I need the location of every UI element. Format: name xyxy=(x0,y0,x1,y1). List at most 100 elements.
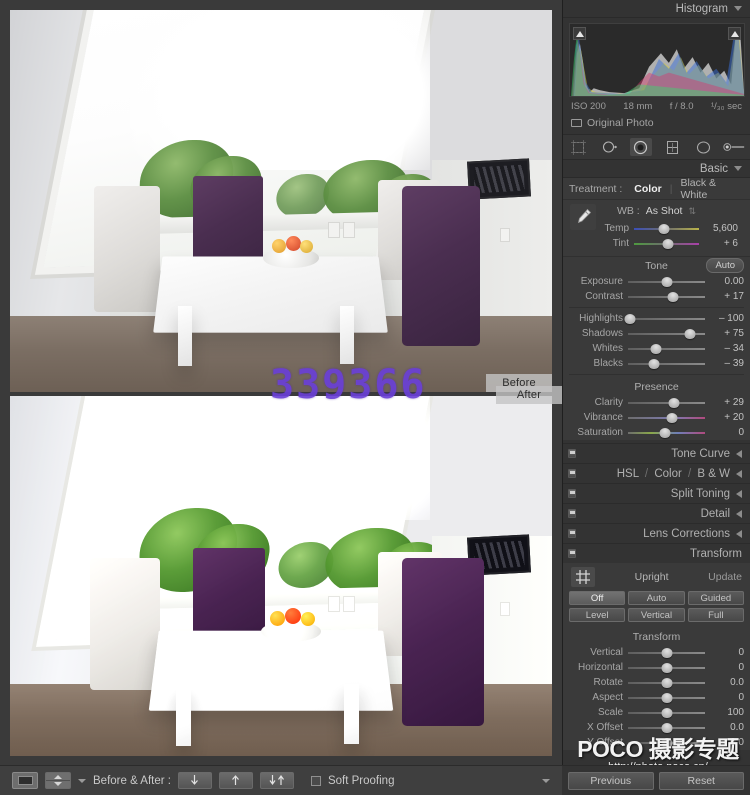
rotate-value[interactable]: 0.0 xyxy=(710,677,744,688)
copy-after-to-before-button[interactable] xyxy=(177,772,212,789)
transform-switch[interactable] xyxy=(568,549,576,558)
vertical-slider-track[interactable] xyxy=(628,647,705,658)
scale-slider-track[interactable] xyxy=(628,707,705,718)
blacks-slider-row[interactable]: Blacks – 39 xyxy=(563,356,750,371)
adjustment-brush-tool-icon[interactable] xyxy=(723,138,745,156)
scale-slider-row[interactable]: Scale 100 xyxy=(563,705,750,720)
before-after-mode-chevron-down-icon[interactable] xyxy=(78,778,86,783)
chevron-left-icon[interactable] xyxy=(736,509,742,518)
x-offset-value[interactable]: 0.0 xyxy=(710,722,744,733)
chevron-left-icon[interactable] xyxy=(736,489,742,498)
wb-value[interactable]: As Shot xyxy=(646,205,683,217)
chevron-left-icon[interactable] xyxy=(736,449,742,458)
exposure-value[interactable]: 0.00 xyxy=(710,276,744,287)
image-preview-area[interactable]: Before After 339366 xyxy=(0,0,562,765)
vertical-slider-row[interactable]: Vertical 0 xyxy=(563,645,750,660)
vibrance-value[interactable]: + 20 xyxy=(710,412,744,423)
shadows-slider-track[interactable] xyxy=(628,328,705,339)
shadows-slider-row[interactable]: Shadows + 75 xyxy=(563,326,750,341)
tab-bw[interactable]: B & W xyxy=(697,468,730,480)
highlights-slider-track[interactable] xyxy=(624,313,705,324)
before-photo[interactable]: Before xyxy=(10,10,552,392)
lens-corrections-panel-header[interactable]: Lens Corrections xyxy=(563,523,750,543)
vibrance-slider-row[interactable]: Vibrance + 20 xyxy=(563,410,750,425)
loupe-view-icon[interactable] xyxy=(12,772,38,789)
clarity-value[interactable]: + 29 xyxy=(710,397,744,408)
transform-panel-header[interactable]: Transform xyxy=(563,543,750,563)
tab-hsl[interactable]: HSL xyxy=(617,468,639,480)
hsl-color-bw-panel-header[interactable]: HSL / Color / B & W xyxy=(563,463,750,483)
split-toning-switch[interactable] xyxy=(568,489,576,498)
vibrance-slider-track[interactable] xyxy=(628,412,705,423)
contrast-value[interactable]: + 17 xyxy=(710,291,744,302)
chevron-left-icon[interactable] xyxy=(736,469,742,478)
graduated-filter-tool-icon[interactable] xyxy=(661,138,683,156)
temp-slider-track[interactable] xyxy=(634,223,699,234)
shadows-value[interactable]: + 75 xyxy=(710,328,744,339)
tint-slider-row[interactable]: Tint + 6 xyxy=(569,236,744,251)
soft-proofing-checkbox[interactable] xyxy=(310,775,321,786)
highlight-clipping-indicator[interactable] xyxy=(728,27,741,40)
tint-slider-track[interactable] xyxy=(634,238,699,249)
basic-panel-header[interactable]: Basic xyxy=(563,160,750,178)
tone-curve-panel-header[interactable]: Tone Curve xyxy=(563,443,750,463)
histogram-panel-header[interactable]: Histogram xyxy=(563,0,750,18)
copy-before-to-after-button[interactable] xyxy=(218,772,253,789)
x-offset-slider-row[interactable]: X Offset 0.0 xyxy=(563,720,750,735)
chevron-left-icon[interactable] xyxy=(736,529,742,538)
original-photo-row[interactable]: Original Photo xyxy=(563,115,750,134)
horizontal-slider-track[interactable] xyxy=(628,662,705,673)
blacks-slider-track[interactable] xyxy=(628,358,705,369)
develop-footer-buttons[interactable]: Previous Reset xyxy=(562,765,750,795)
chevron-down-icon[interactable] xyxy=(734,166,742,171)
saturation-value[interactable]: 0 xyxy=(710,427,744,438)
whites-slider-row[interactable]: Whites – 34 xyxy=(563,341,750,356)
radial-filter-tool-icon[interactable] xyxy=(692,138,714,156)
upright-vertical-button[interactable]: Vertical xyxy=(628,608,685,622)
treatment-option-black-and-white[interactable]: Black & White xyxy=(676,177,744,201)
exposure-slider-row[interactable]: Exposure 0.00 xyxy=(563,274,750,289)
wb-dropdown-icon[interactable]: ⇅ xyxy=(688,206,696,217)
upright-off-button[interactable]: Off xyxy=(569,591,626,605)
chevron-down-icon[interactable] xyxy=(734,6,742,11)
clarity-slider-track[interactable] xyxy=(628,397,705,408)
whites-slider-track[interactable] xyxy=(628,343,705,354)
split-toning-panel-header[interactable]: Split Toning xyxy=(563,483,750,503)
aspect-slider-row[interactable]: Aspect 0 xyxy=(563,690,750,705)
contrast-slider-track[interactable] xyxy=(628,291,705,302)
swap-before-after-button[interactable] xyxy=(259,772,294,789)
horizontal-value[interactable]: 0 xyxy=(710,662,744,673)
y-offset-slider-track[interactable] xyxy=(628,737,705,748)
exposure-slider-track[interactable] xyxy=(628,276,705,287)
saturation-slider-track[interactable] xyxy=(628,427,705,438)
auto-tone-button[interactable]: Auto xyxy=(706,258,744,273)
treatment-row[interactable]: Treatment : Color | Black & White xyxy=(563,177,750,201)
hsl-switch[interactable] xyxy=(568,469,576,478)
lens-corrections-switch[interactable] xyxy=(568,529,576,538)
y-offset-value[interactable]: 0.0 xyxy=(710,737,744,748)
contrast-slider-row[interactable]: Contrast + 17 xyxy=(563,289,750,304)
upright-level-button[interactable]: Level xyxy=(569,608,626,622)
red-eye-correction-tool-icon[interactable] xyxy=(629,138,652,156)
aspect-value[interactable]: 0 xyxy=(710,692,744,703)
upright-auto-button[interactable]: Auto xyxy=(628,591,685,605)
develop-tool-strip[interactable] xyxy=(563,134,750,160)
clarity-slider-row[interactable]: Clarity + 29 xyxy=(563,395,750,410)
temp-value[interactable]: 5,600 xyxy=(704,223,738,234)
scale-value[interactable]: 100 xyxy=(710,707,744,718)
upright-button-grid[interactable]: Off Auto Guided Level Vertical Full xyxy=(569,591,744,622)
upright-full-button[interactable]: Full xyxy=(687,608,744,622)
horizontal-slider-row[interactable]: Horizontal 0 xyxy=(563,660,750,675)
saturation-slider-row[interactable]: Saturation 0 xyxy=(563,425,750,440)
crop-overlay-tool-icon[interactable] xyxy=(568,138,590,156)
histogram-graph[interactable] xyxy=(569,23,745,97)
upright-guided-button[interactable]: Guided xyxy=(687,591,744,605)
toolbar-chevron-down-icon[interactable] xyxy=(542,778,550,783)
whites-value[interactable]: – 34 xyxy=(710,343,744,354)
bottom-toolbar[interactable]: Before & After : Soft Proofing xyxy=(0,765,562,795)
previous-button[interactable]: Previous xyxy=(568,771,654,790)
detail-panel-header[interactable]: Detail xyxy=(563,503,750,523)
x-offset-slider-track[interactable] xyxy=(628,722,705,733)
rotate-slider-row[interactable]: Rotate 0.0 xyxy=(563,675,750,690)
shadow-clipping-indicator[interactable] xyxy=(573,27,586,40)
